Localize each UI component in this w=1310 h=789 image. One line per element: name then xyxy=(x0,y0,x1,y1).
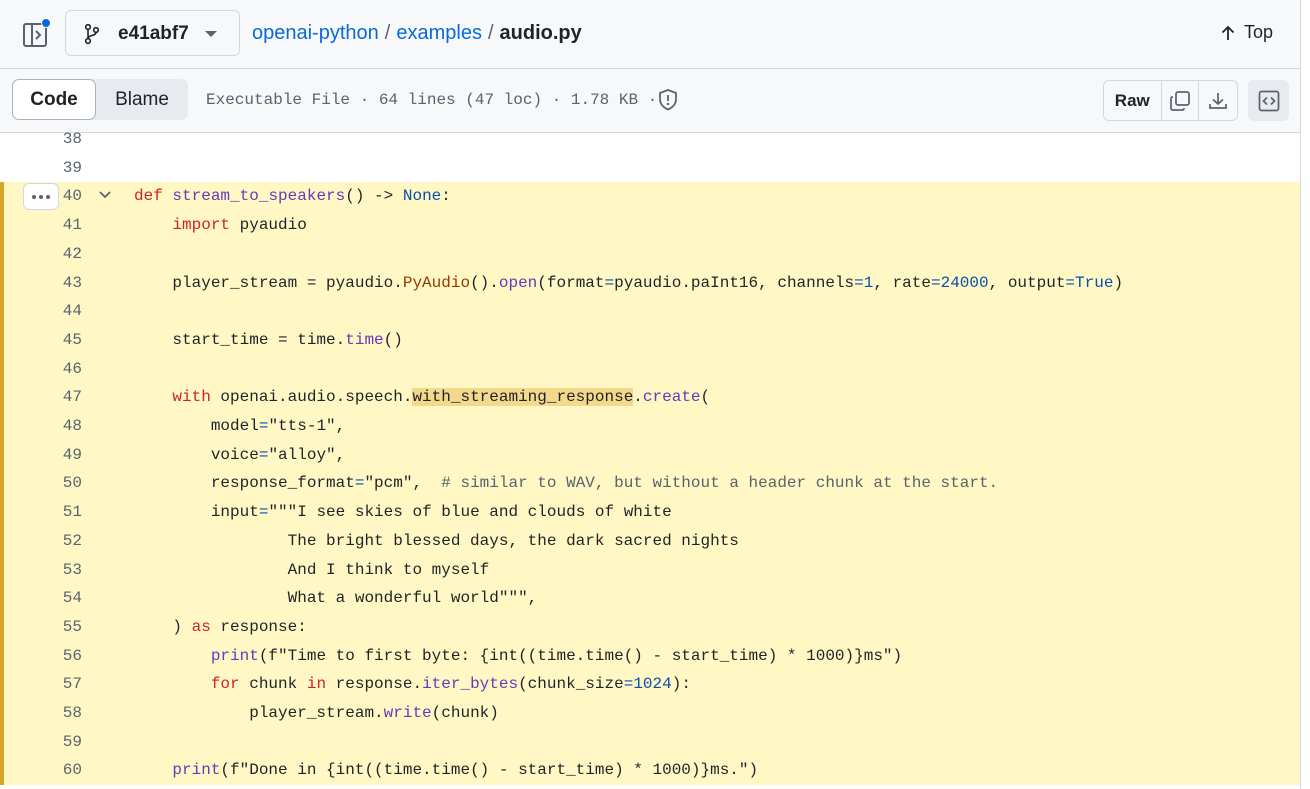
view-mode-toggle: Code Blame xyxy=(12,79,188,120)
code-text: player_stream.write(chunk) xyxy=(134,704,499,722)
line-number[interactable]: 60 xyxy=(40,761,82,779)
line-number[interactable]: 49 xyxy=(40,446,82,464)
code-line: 53 And I think to myself xyxy=(0,555,1300,585)
line-number[interactable]: 44 xyxy=(40,302,82,320)
code-line: 41 import pyaudio xyxy=(0,211,1300,241)
line-number[interactable]: 39 xyxy=(40,159,82,177)
tab-code[interactable]: Code xyxy=(12,79,96,120)
code-text: input="""I see skies of blue and clouds … xyxy=(134,503,672,522)
code-line: 40 def stream_to_speakers() -> None: xyxy=(0,182,1300,212)
line-number[interactable]: 54 xyxy=(40,589,82,607)
code-square-icon xyxy=(1258,90,1279,111)
code-text: print(f"Done in {int((time.time() - star… xyxy=(172,761,759,780)
code-line: 47 with openai.audio.speech.with_streami… xyxy=(0,383,1300,413)
code-line: 58 player_stream.write(chunk) xyxy=(0,699,1300,728)
copy-icon xyxy=(1170,90,1190,111)
code-text: model="tts-1", xyxy=(134,417,346,435)
breadcrumb-file-name: audio.py xyxy=(499,22,582,44)
breadcrumb: openai-python / examples / audio.py xyxy=(252,22,582,45)
file-info: Executable File · 64 lines (47 loc) · 1.… xyxy=(206,91,658,109)
code-line: 46 xyxy=(0,354,1300,384)
line-number[interactable]: 50 xyxy=(40,474,82,492)
symbols-panel-button[interactable] xyxy=(1248,80,1289,121)
line-number[interactable]: 43 xyxy=(40,274,82,292)
code-text: with openai.audio.speech.with_streaming_… xyxy=(172,388,711,407)
arrow-up-icon xyxy=(1221,25,1235,40)
raw-button[interactable]: Raw xyxy=(1104,81,1162,120)
code-line: 43 player_stream = pyaudio.PyAudio().ope… xyxy=(0,268,1300,298)
code-line: 57 for chunk in response.iter_bytes(chun… xyxy=(0,670,1300,700)
line-number[interactable]: 53 xyxy=(40,561,82,579)
panel-divider xyxy=(1300,0,1301,789)
line-number[interactable]: 59 xyxy=(40,733,82,751)
line-number[interactable]: 57 xyxy=(40,675,82,693)
line-number[interactable]: 46 xyxy=(40,360,82,378)
code-line: 60 print(f"Done in {int((time.time() - s… xyxy=(0,756,1300,786)
line-number[interactable]: 48 xyxy=(40,417,82,435)
line-number[interactable]: 58 xyxy=(40,704,82,722)
code-text: ) as response: xyxy=(134,617,307,636)
line-number[interactable]: 47 xyxy=(40,388,82,406)
code-text: print(f"Time to first byte: {int((time.t… xyxy=(210,646,903,665)
line-number[interactable]: 56 xyxy=(40,647,82,665)
branch-label: e41abf7 xyxy=(118,23,189,44)
code-text: And I think to myself xyxy=(134,560,490,579)
line-number[interactable]: 45 xyxy=(40,331,82,349)
code-text: def stream_to_speakers() -> None: xyxy=(134,187,451,206)
code-text: voice="alloy", xyxy=(134,445,346,464)
code-line: 50 response_format="pcm", # similar to W… xyxy=(0,469,1300,499)
breadcrumb-repo-link[interactable]: openai-python xyxy=(252,22,379,44)
code-line: 54 What a wonderful world""", xyxy=(0,584,1300,614)
tab-blame[interactable]: Blame xyxy=(96,79,188,120)
line-number[interactable]: 40 xyxy=(40,187,82,205)
shield-icon[interactable] xyxy=(657,88,679,112)
code-line: 59 xyxy=(0,727,1300,757)
code-text: What a wonderful world""", xyxy=(134,589,538,608)
breadcrumb-separator: / xyxy=(384,22,391,44)
chevron-down-icon[interactable] xyxy=(98,189,112,201)
code-line: 52 The bright blessed days, the dark sac… xyxy=(0,526,1300,556)
line-number[interactable]: 42 xyxy=(40,245,82,263)
repo-header: e41abf7 openai-python / examples / audio.py … xyxy=(0,0,1301,69)
git-branch-icon xyxy=(84,24,100,44)
code-line: 44 xyxy=(0,297,1300,327)
code-line: 56 print(f"Time to first byte: {int((tim… xyxy=(0,641,1300,671)
code-text: for chunk in response.iter_bytes(chunk_s… xyxy=(210,675,691,694)
code-line: 38 xyxy=(0,125,1300,154)
download-button[interactable] xyxy=(1199,81,1237,120)
file-actions: Raw xyxy=(1103,80,1238,121)
line-number[interactable]: 55 xyxy=(40,618,82,636)
line-number[interactable]: 52 xyxy=(40,532,82,550)
code-text: player_stream = pyaudio.PyAudio().open(f… xyxy=(134,273,1124,292)
copy-button[interactable] xyxy=(1162,81,1200,120)
line-number[interactable]: 38 xyxy=(40,130,82,148)
code-text: response_format="pcm", # similar to WAV,… xyxy=(134,474,999,493)
breadcrumb-separator: / xyxy=(487,22,494,44)
download-icon xyxy=(1209,92,1227,109)
code-line: 45 start_time = time.time() xyxy=(0,325,1300,355)
line-number[interactable]: 51 xyxy=(40,503,82,521)
notification-dot xyxy=(41,18,51,28)
file-tree-toggle-icon[interactable] xyxy=(21,18,53,50)
code-line: 39 xyxy=(0,154,1300,183)
code-line: 48 model="tts-1", xyxy=(0,412,1300,441)
code-line: 55 ) as response: xyxy=(0,612,1300,642)
code-view: 38 39 40 def stream_to_speakers() -> None: 4… xyxy=(0,130,1301,789)
branch-selector[interactable]: e41abf7 xyxy=(65,10,240,56)
breadcrumb-folder-link[interactable]: examples xyxy=(396,22,482,44)
scroll-to-top-button[interactable]: Top xyxy=(1220,22,1273,43)
line-number[interactable]: 41 xyxy=(40,216,82,234)
code-text: import pyaudio xyxy=(172,216,307,235)
code-line: 49 voice="alloy", xyxy=(0,440,1300,470)
chevron-down-icon xyxy=(205,31,217,37)
code-line: 51 input="""I see skies of blue and clou… xyxy=(0,498,1300,528)
code-line: 42 xyxy=(0,239,1300,269)
code-text: The bright blessed days, the dark sacred… xyxy=(134,531,739,550)
code-text: start_time = time.time() xyxy=(134,330,403,349)
top-label: Top xyxy=(1244,22,1274,42)
